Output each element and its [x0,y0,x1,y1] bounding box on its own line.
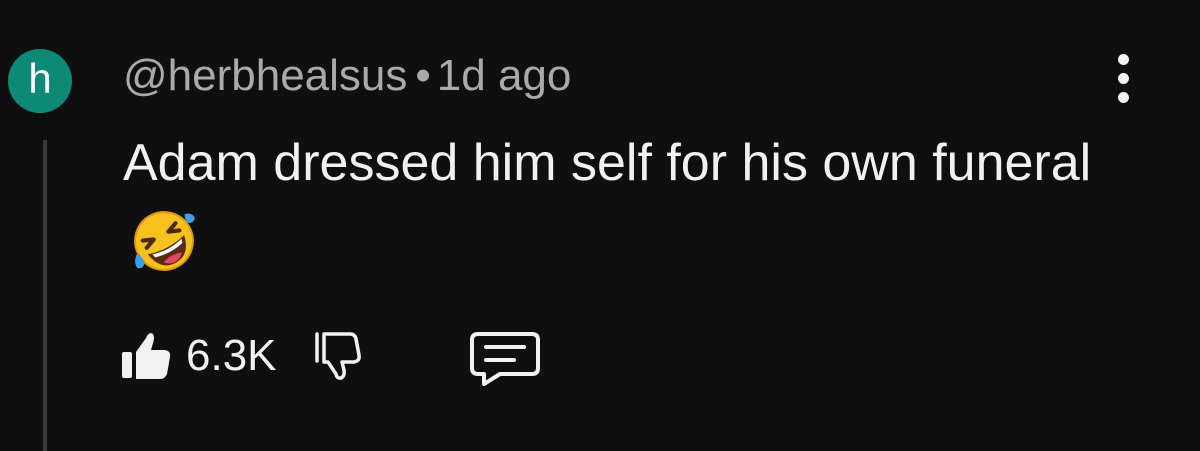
like-button[interactable] [118,326,174,386]
meta-separator: • [415,51,431,100]
thread-line [43,140,47,451]
comment-icon [470,332,540,386]
thumbs-down-icon [315,332,361,380]
comment-text: Adam dressed him self for his own funera… [123,123,1103,283]
more-vert-icon-dot [1118,54,1129,65]
dislike-button[interactable] [310,328,370,384]
like-count: 6.3K [186,331,277,380]
comment-text-content: Adam dressed him self for his own funera… [123,134,1092,192]
comment-timestamp[interactable]: 1d ago [437,51,572,100]
more-vert-icon-dot [1118,73,1129,84]
thumbs-up-icon [122,333,171,379]
rolling-on-the-floor-laughing-emoji-icon [134,211,195,272]
more-options-button[interactable] [1105,52,1145,106]
avatar[interactable]: h [8,49,72,113]
reply-button[interactable] [468,330,542,386]
more-vert-icon-dot [1118,92,1129,103]
author-handle[interactable]: @herbhealsus [123,51,407,100]
comment-meta: @herbhealsus • 1d ago [123,48,571,104]
comment-item: h @herbhealsus • 1d ago Adam dressed him s… [0,0,1200,451]
